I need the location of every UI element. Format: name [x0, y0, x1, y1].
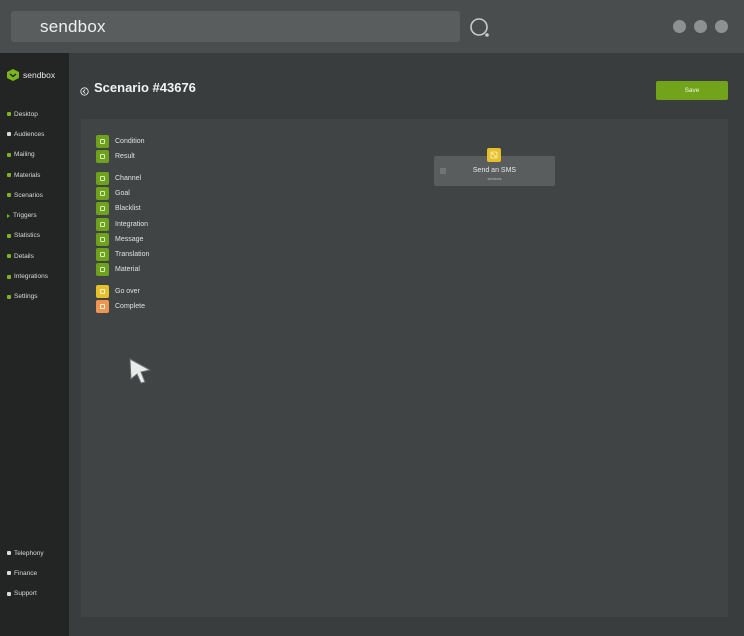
palette-item-label: Go over: [115, 288, 140, 295]
sidebar-item-label: Triggers: [13, 212, 37, 220]
window-dot-2[interactable]: [694, 20, 707, 33]
sidebar-item-label: Details: [14, 252, 34, 260]
sidebar: sendbox Desktop Audiences Mailing Materi…: [0, 53, 69, 636]
window-controls: [673, 20, 728, 33]
palette-item-label: Goal: [115, 190, 130, 197]
sidebar-item-triggers[interactable]: Triggers: [0, 205, 69, 225]
translation-icon: [96, 248, 109, 261]
sidebar-item-integrations[interactable]: Integrations: [0, 266, 69, 286]
sidebar-item-mailing[interactable]: Mailing: [0, 145, 69, 165]
integration-icon: [96, 218, 109, 231]
sidebar-item-label: Support: [14, 590, 37, 598]
phone-icon: [7, 551, 11, 556]
finance-icon: [7, 571, 11, 576]
scenario-canvas[interactable]: [81, 119, 728, 617]
palette-item-translation[interactable]: Translation: [96, 248, 149, 261]
palette-item-label: Result: [115, 153, 135, 160]
sidebar-item-telephony[interactable]: Telephony: [0, 543, 69, 563]
palette-item-message[interactable]: Message: [96, 233, 143, 246]
palette-item-label: Message: [115, 236, 144, 243]
sidebar-item-materials[interactable]: Materials: [0, 165, 69, 185]
result-icon: [96, 150, 109, 163]
palette-item-label: Complete: [115, 303, 145, 310]
sidebar-bottom-nav: Telephony Finance Support: [0, 543, 69, 604]
save-button[interactable]: Save: [656, 81, 728, 100]
go-over-icon: [96, 285, 109, 298]
mailing-icon: [7, 152, 11, 157]
settings-icon: [7, 294, 11, 299]
sidebar-item-label: Telephony: [14, 549, 44, 557]
blacklist-icon: [96, 202, 109, 215]
app-window: sendbox sendbox Desktop Audiences Mailin…: [0, 0, 744, 636]
sidebar-item-statistics[interactable]: Statistics: [0, 226, 69, 246]
sms-icon: [487, 148, 501, 162]
message-icon: [96, 233, 109, 246]
back-arrow-icon[interactable]: [80, 83, 89, 96]
sidebar-nav: Desktop Audiences Mailing Materials Scen…: [0, 104, 69, 307]
browser-top-bar: sendbox: [0, 0, 744, 53]
window-dot-3[interactable]: [715, 20, 728, 33]
sidebar-item-support[interactable]: Support: [0, 584, 69, 604]
sidebar-item-label: Materials: [14, 171, 41, 179]
palette-item-result[interactable]: Result: [96, 150, 135, 163]
logo-text: sendbox: [23, 70, 56, 80]
brand-logo[interactable]: sendbox: [6, 68, 55, 82]
palette-item-goal[interactable]: Goal: [96, 187, 130, 200]
palette-item-label: Material: [115, 266, 140, 273]
search-icon[interactable]: [468, 16, 492, 40]
sidebar-item-audiences[interactable]: Audiences: [0, 124, 69, 144]
details-icon: [7, 254, 11, 259]
audiences-icon: [7, 132, 11, 137]
logo-icon: [7, 69, 19, 81]
sidebar-item-details[interactable]: Details: [0, 246, 69, 266]
goal-icon: [96, 187, 109, 200]
desktop-icon: [7, 112, 11, 117]
palette-item-complete[interactable]: Complete: [96, 300, 145, 313]
scenarios-icon: [7, 193, 11, 198]
node-title: Send an SMS: [472, 167, 517, 174]
palette-item-label: Integration: [115, 221, 149, 228]
palette-item-go-over[interactable]: Go over: [96, 285, 140, 298]
mouse-cursor-icon: [128, 357, 154, 385]
palette-item-condition[interactable]: Condition: [96, 135, 145, 148]
palette-item-label: Blacklist: [115, 205, 141, 212]
page-title: Scenario #43676: [94, 80, 196, 95]
palette-item-channel[interactable]: Channel: [96, 172, 141, 185]
channel-icon: [96, 172, 109, 185]
materials-icon: [7, 173, 11, 178]
sidebar-item-label: Audiences: [14, 130, 45, 138]
sidebar-item-label: Integrations: [14, 273, 48, 281]
sidebar-item-label: Statistics: [14, 232, 41, 240]
palette-item-material[interactable]: Material: [96, 263, 140, 276]
material-icon: [96, 263, 109, 276]
palette-item-integration[interactable]: Integration: [96, 218, 148, 231]
support-icon: [7, 591, 11, 596]
sidebar-item-label: Desktop: [14, 110, 38, 118]
statistics-icon: [7, 233, 11, 238]
sidebar-item-label: Scenarios: [14, 191, 43, 199]
complete-icon: [96, 300, 109, 313]
palette-item-label: Channel: [115, 175, 142, 182]
sidebar-item-finance[interactable]: Finance: [0, 563, 69, 583]
integrations-icon: [7, 274, 11, 279]
sidebar-item-label: Mailing: [14, 151, 35, 159]
sidebar-item-label: Finance: [14, 569, 38, 577]
condition-icon: [96, 135, 109, 148]
sidebar-item-label: Settings: [14, 293, 38, 301]
palette-item-label: Condition: [115, 138, 145, 145]
triggers-icon: [7, 213, 10, 218]
node-subtitle: sendsms: [487, 177, 502, 181]
address-bar[interactable]: sendbox: [11, 11, 460, 42]
sidebar-item-settings[interactable]: Settings: [0, 287, 69, 307]
sidebar-item-scenarios[interactable]: Scenarios: [0, 185, 69, 205]
window-dot-1[interactable]: [673, 20, 686, 33]
palette-item-blacklist[interactable]: Blacklist: [96, 202, 141, 215]
palette-item-label: Translation: [115, 251, 150, 258]
sidebar-item-desktop[interactable]: Desktop: [0, 104, 69, 124]
address-text: sendbox: [40, 17, 106, 36]
